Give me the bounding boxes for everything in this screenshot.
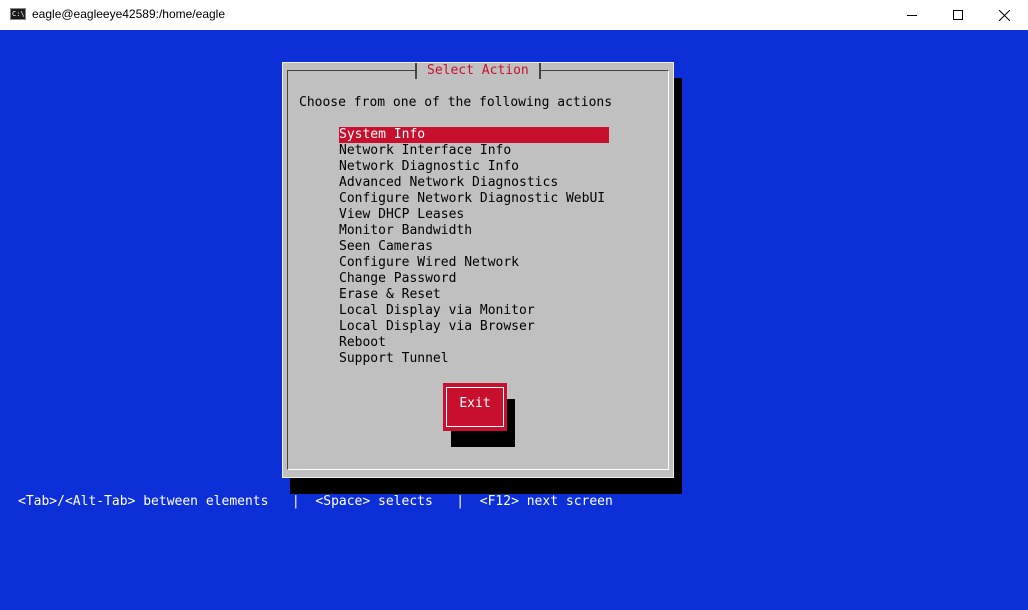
menu-item-network-interface-info[interactable]: Network Interface Info (339, 143, 609, 159)
menu-item-support-tunnel[interactable]: Support Tunnel (339, 351, 609, 367)
action-menu: System Info Network Interface Info Netwo… (339, 127, 609, 367)
close-button[interactable] (981, 0, 1027, 30)
menu-item-view-dhcp-leases[interactable]: View DHCP Leases (339, 207, 609, 223)
keyboard-help-bar: <Tab>/<Alt-Tab> between elements | <Spac… (18, 494, 613, 509)
select-action-dialog: Select Action Choose from one of the fol… (282, 62, 674, 478)
menu-item-change-password[interactable]: Change Password (339, 271, 609, 287)
menu-item-advanced-network-diagnostics[interactable]: Advanced Network Diagnostics (339, 175, 609, 191)
menu-item-reboot[interactable]: Reboot (339, 335, 609, 351)
minimize-icon (907, 15, 917, 16)
minimize-button[interactable] (889, 0, 935, 30)
maximize-button[interactable] (935, 0, 981, 30)
menu-item-network-diagnostic-info[interactable]: Network Diagnostic Info (339, 159, 609, 175)
exit-button[interactable]: Exit (443, 383, 507, 431)
exit-button-label: Exit (446, 387, 504, 427)
menu-item-monitor-bandwidth[interactable]: Monitor Bandwidth (339, 223, 609, 239)
console-icon: C:\ (10, 8, 26, 20)
menu-item-configure-wired-network[interactable]: Configure Wired Network (339, 255, 609, 271)
menu-item-configure-network-diagnostic-webui[interactable]: Configure Network Diagnostic WebUI (339, 191, 609, 207)
dialog-title: Select Action (415, 63, 541, 79)
menu-item-local-display-monitor[interactable]: Local Display via Monitor (339, 303, 609, 319)
menu-item-erase-reset[interactable]: Erase & Reset (339, 287, 609, 303)
window-title: eagle@eagleeye42589:/home/eagle (32, 7, 226, 21)
menu-item-system-info[interactable]: System Info (339, 127, 609, 143)
close-icon (998, 9, 1010, 21)
dialog-prompt: Choose from one of the following actions (299, 95, 613, 110)
menu-item-seen-cameras[interactable]: Seen Cameras (339, 239, 609, 255)
vertical-scrollbar[interactable] (1011, 30, 1028, 610)
menu-item-local-display-browser[interactable]: Local Display via Browser (339, 319, 609, 335)
maximize-icon (953, 10, 963, 20)
title-bar: C:\ eagle@eagleeye42589:/home/eagle (0, 0, 1028, 30)
